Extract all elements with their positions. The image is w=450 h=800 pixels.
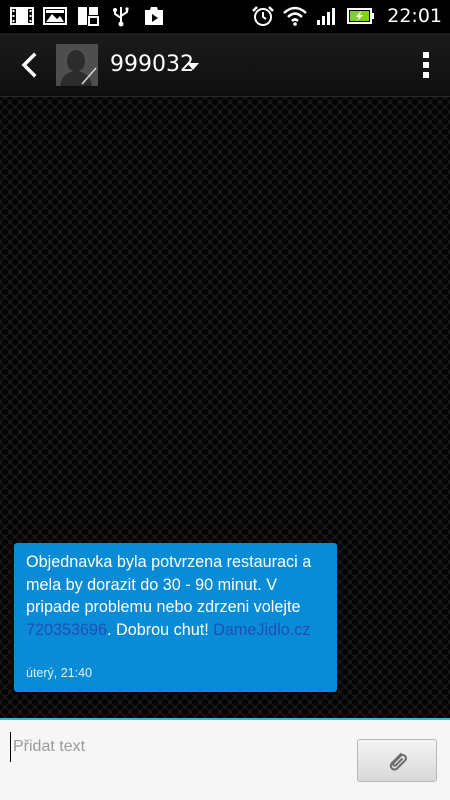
attach-button[interactable] bbox=[357, 739, 437, 782]
message-text: Objednavka byla potvrzena restauraci a m… bbox=[26, 551, 325, 641]
message-text-part: . Dobrou chut! bbox=[107, 620, 214, 639]
phone-link[interactable]: 720353696 bbox=[26, 621, 107, 639]
notification-icons bbox=[10, 5, 166, 27]
avatar[interactable] bbox=[56, 44, 98, 86]
message-timestamp: úterý, 21:40 bbox=[26, 666, 93, 680]
play-store-icon bbox=[145, 7, 163, 25]
back-icon[interactable] bbox=[12, 47, 48, 83]
compose-bar bbox=[0, 718, 450, 800]
chevron-down-icon[interactable] bbox=[186, 62, 200, 71]
system-icons: 22:01 bbox=[251, 5, 442, 27]
message-text-part: Objednavka byla potvrzena restauraci a m… bbox=[26, 553, 312, 616]
usb-icon bbox=[113, 7, 129, 27]
signal-icon bbox=[317, 8, 336, 25]
gallery-icon bbox=[43, 7, 67, 25]
contact-name[interactable]: 999032 bbox=[110, 52, 194, 77]
message-list[interactable]: Objednavka byla potvrzena restauraci a m… bbox=[0, 97, 450, 718]
avatar-placeholder-icon bbox=[56, 44, 98, 86]
battery-charging-icon bbox=[347, 8, 375, 24]
alarm-icon bbox=[252, 6, 275, 26]
wifi-icon bbox=[283, 6, 308, 26]
message-bubble[interactable]: Objednavka byla potvrzena restauraci a m… bbox=[14, 543, 337, 692]
conversation-header: 999032 bbox=[0, 33, 450, 97]
message-input[interactable] bbox=[10, 732, 340, 762]
overflow-menu-icon[interactable] bbox=[420, 49, 432, 81]
paperclip-icon bbox=[389, 752, 407, 771]
clock: 22:01 bbox=[387, 5, 442, 27]
status-bar: 22:01 bbox=[0, 0, 450, 33]
film-icon bbox=[10, 7, 34, 25]
widgets-icon bbox=[78, 7, 99, 26]
web-link[interactable]: DameJidlo.cz bbox=[213, 621, 310, 639]
